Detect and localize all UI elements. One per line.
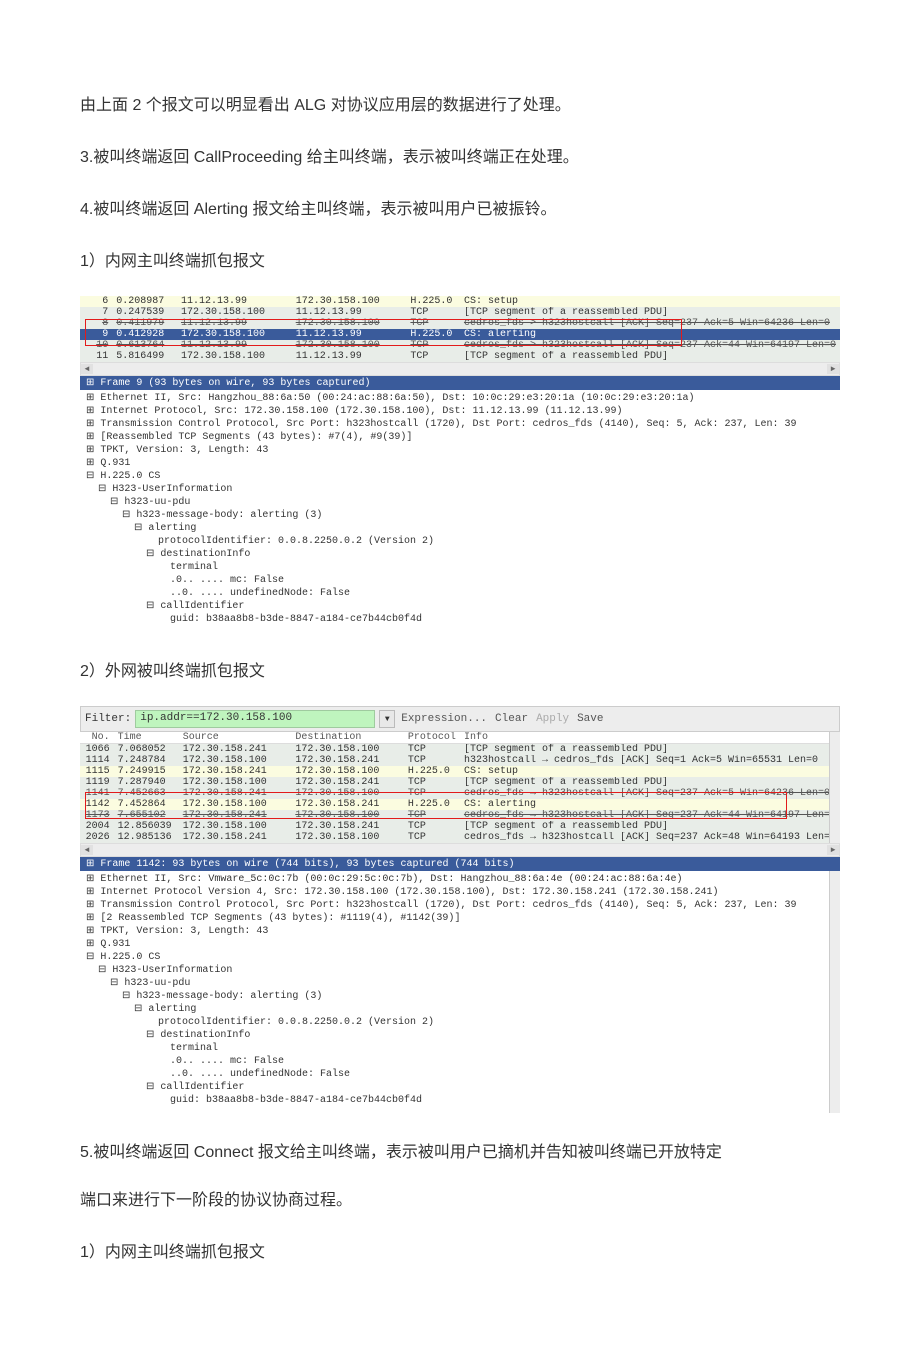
packet-row[interactable]: 2004 12.856039 172.30.158.100 172.30.158…: [80, 821, 840, 832]
body-para-1: 由上面 2 个报文可以明显看出 ALG 对协议应用层的数据进行了处理。: [80, 88, 840, 124]
body-para-2: 3.被叫终端返回 CallProceeding 给主叫终端，表示被叫终端正在处理…: [80, 140, 840, 176]
frame-header-1[interactable]: ⊞ Frame 9 (93 bytes on wire, 93 bytes ca…: [80, 376, 840, 390]
packet-row[interactable]: 2026 12.985136 172.30.158.241 172.30.158…: [80, 832, 840, 843]
packet-row[interactable]: 11 5.816499 172.30.158.100 11.12.13.99 T…: [80, 351, 840, 362]
body-para-7: 端口来进行下一阶段的协议协商过程。: [80, 1183, 840, 1219]
detail-line[interactable]: ..0. .... undefinedNode: False: [80, 587, 840, 600]
detail-line[interactable]: ⊟ h323-uu-pdu: [80, 977, 840, 990]
detail-line[interactable]: terminal: [80, 1042, 840, 1055]
body-para-6: 5.被叫终端返回 Connect 报文给主叫终端，表示被叫用户已摘机并告知被叫终…: [80, 1135, 840, 1171]
apply-button[interactable]: Apply: [534, 713, 571, 725]
detail-line[interactable]: ⊟ callIdentifier: [80, 1081, 840, 1094]
detail-line[interactable]: ⊟ H323-UserInformation: [80, 964, 840, 977]
detail-line[interactable]: ⊞ Internet Protocol, Src: 172.30.158.100…: [80, 405, 840, 418]
packet-row[interactable]: 9 0.412928 172.30.158.100 11.12.13.99 H.…: [80, 329, 840, 340]
packet-row[interactable]: 1119 7.287940 172.30.158.100 172.30.158.…: [80, 777, 840, 788]
column-header-row[interactable]: No.Time SourceDestination ProtocolInfo: [80, 732, 840, 744]
packet-row[interactable]: 8 0.411979 11.12.13.99 172.30.158.100 TC…: [80, 318, 840, 329]
detail-line[interactable]: protocolIdentifier: 0.0.8.2250.0.2 (Vers…: [80, 1016, 840, 1029]
expand-icon[interactable]: ⊞: [86, 378, 94, 389]
detail-line[interactable]: guid: b38aa8b8-b3de-8847-a184-ce7b44cb0f…: [80, 613, 840, 626]
detail-line[interactable]: .0.. .... mc: False: [80, 574, 840, 587]
frame-title-2: Frame 1142: 93 bytes on wire (744 bits),…: [100, 859, 514, 870]
packet-detail-1[interactable]: ⊞ Ethernet II, Src: Hangzhou_88:6a:50 (0…: [80, 390, 840, 632]
detail-line[interactable]: ⊞ [Reassembled TCP Segments (43 bytes): …: [80, 431, 840, 444]
detail-line[interactable]: ⊞ TPKT, Version: 3, Length: 43: [80, 444, 840, 457]
detail-line[interactable]: ⊟ H.225.0 CS: [80, 470, 840, 483]
expand-icon[interactable]: ⊞: [86, 859, 94, 870]
packet-row[interactable]: 1173 7.655102 172.30.158.241 172.30.158.…: [80, 810, 840, 821]
wireshark-capture-2: Filter: ip.addr==172.30.158.100 ▼ Expres…: [80, 706, 840, 1113]
detail-line[interactable]: ⊟ alerting: [80, 1003, 840, 1016]
vscrollbar[interactable]: [829, 871, 840, 1113]
detail-line[interactable]: ⊟ callIdentifier: [80, 600, 840, 613]
detail-line[interactable]: ⊟ destinationInfo: [80, 548, 840, 561]
filter-input[interactable]: ip.addr==172.30.158.100: [135, 710, 375, 728]
detail-line[interactable]: ⊞ Q.931: [80, 457, 840, 470]
detail-line[interactable]: ⊟ destinationInfo: [80, 1029, 840, 1042]
body-para-5: 2）外网被叫终端抓包报文: [80, 654, 840, 690]
body-para-3: 4.被叫终端返回 Alerting 报文给主叫终端，表示被叫用户已被振铃。: [80, 192, 840, 228]
detail-line[interactable]: ⊟ h323-message-body: alerting (3): [80, 990, 840, 1003]
detail-line[interactable]: ⊞ Ethernet II, Src: Hangzhou_88:6a:50 (0…: [80, 392, 840, 405]
scroll-left-icon[interactable]: ◄: [81, 845, 93, 855]
hscrollbar[interactable]: ◄ ►: [80, 362, 840, 376]
filter-toolbar: Filter: ip.addr==172.30.158.100 ▼ Expres…: [80, 706, 840, 732]
body-para-8: 1）内网主叫终端抓包报文: [80, 1235, 840, 1271]
vscrollbar[interactable]: [829, 732, 840, 843]
packet-list-1[interactable]: 6 0.208987 11.12.13.99 172.30.158.100 H.…: [80, 296, 840, 362]
detail-line[interactable]: ⊟ H323-UserInformation: [80, 483, 840, 496]
detail-line[interactable]: ⊞ Q.931: [80, 938, 840, 951]
packet-row[interactable]: 10 0.613764 11.12.13.99 172.30.158.100 T…: [80, 340, 840, 351]
detail-line[interactable]: ⊞ Ethernet II, Src: Vmware_5c:0c:7b (00:…: [80, 873, 840, 886]
detail-line[interactable]: ..0. .... undefinedNode: False: [80, 1068, 840, 1081]
detail-line[interactable]: ⊟ alerting: [80, 522, 840, 535]
wireshark-capture-1: 6 0.208987 11.12.13.99 172.30.158.100 H.…: [80, 296, 840, 632]
detail-line[interactable]: ⊞ Transmission Control Protocol, Src Por…: [80, 899, 840, 912]
frame-title-1: Frame 9 (93 bytes on wire, 93 bytes capt…: [100, 378, 370, 389]
scroll-left-icon[interactable]: ◄: [81, 364, 93, 374]
packet-row[interactable]: 1142 7.452864 172.30.158.100 172.30.158.…: [80, 799, 840, 810]
filter-dropdown-icon[interactable]: ▼: [379, 710, 395, 728]
detail-line[interactable]: ⊟ H.225.0 CS: [80, 951, 840, 964]
detail-line[interactable]: ⊟ h323-uu-pdu: [80, 496, 840, 509]
packet-row[interactable]: 1114 7.248784 172.30.158.100 172.30.158.…: [80, 755, 840, 766]
detail-line[interactable]: ⊞ [2 Reassembled TCP Segments (43 bytes)…: [80, 912, 840, 925]
detail-line[interactable]: guid: b38aa8b8-b3de-8847-a184-ce7b44cb0f…: [80, 1094, 840, 1107]
body-para-4: 1）内网主叫终端抓包报文: [80, 244, 840, 280]
packet-row[interactable]: 1066 7.068052 172.30.158.241 172.30.158.…: [80, 744, 840, 756]
packet-row[interactable]: 1115 7.249915 172.30.158.241 172.30.158.…: [80, 766, 840, 777]
clear-button[interactable]: Clear: [493, 713, 530, 725]
detail-line[interactable]: ⊞ Transmission Control Protocol, Src Por…: [80, 418, 840, 431]
detail-line[interactable]: ⊞ Internet Protocol Version 4, Src: 172.…: [80, 886, 840, 899]
filter-label: Filter:: [85, 713, 131, 725]
frame-header-2[interactable]: ⊞ Frame 1142: 93 bytes on wire (744 bits…: [80, 857, 840, 871]
hscrollbar-2[interactable]: ◄ ►: [80, 843, 840, 857]
detail-line[interactable]: protocolIdentifier: 0.0.8.2250.0.2 (Vers…: [80, 535, 840, 548]
detail-line[interactable]: ⊞ TPKT, Version: 3, Length: 43: [80, 925, 840, 938]
packet-row[interactable]: 6 0.208987 11.12.13.99 172.30.158.100 H.…: [80, 296, 840, 307]
scroll-right-icon[interactable]: ►: [827, 364, 839, 374]
packet-row[interactable]: 7 0.247539 172.30.158.100 11.12.13.99 TC…: [80, 307, 840, 318]
packet-detail-2[interactable]: ⊞ Ethernet II, Src: Vmware_5c:0c:7b (00:…: [80, 871, 840, 1113]
expression-button[interactable]: Expression...: [399, 713, 489, 725]
detail-line[interactable]: terminal: [80, 561, 840, 574]
detail-line[interactable]: ⊟ h323-message-body: alerting (3): [80, 509, 840, 522]
detail-line[interactable]: .0.. .... mc: False: [80, 1055, 840, 1068]
scroll-right-icon[interactable]: ►: [827, 845, 839, 855]
packet-row[interactable]: 1141 7.452663 172.30.158.241 172.30.158.…: [80, 788, 840, 799]
save-button[interactable]: Save: [575, 713, 605, 725]
packet-list-2[interactable]: No.Time SourceDestination ProtocolInfo 1…: [80, 732, 840, 843]
